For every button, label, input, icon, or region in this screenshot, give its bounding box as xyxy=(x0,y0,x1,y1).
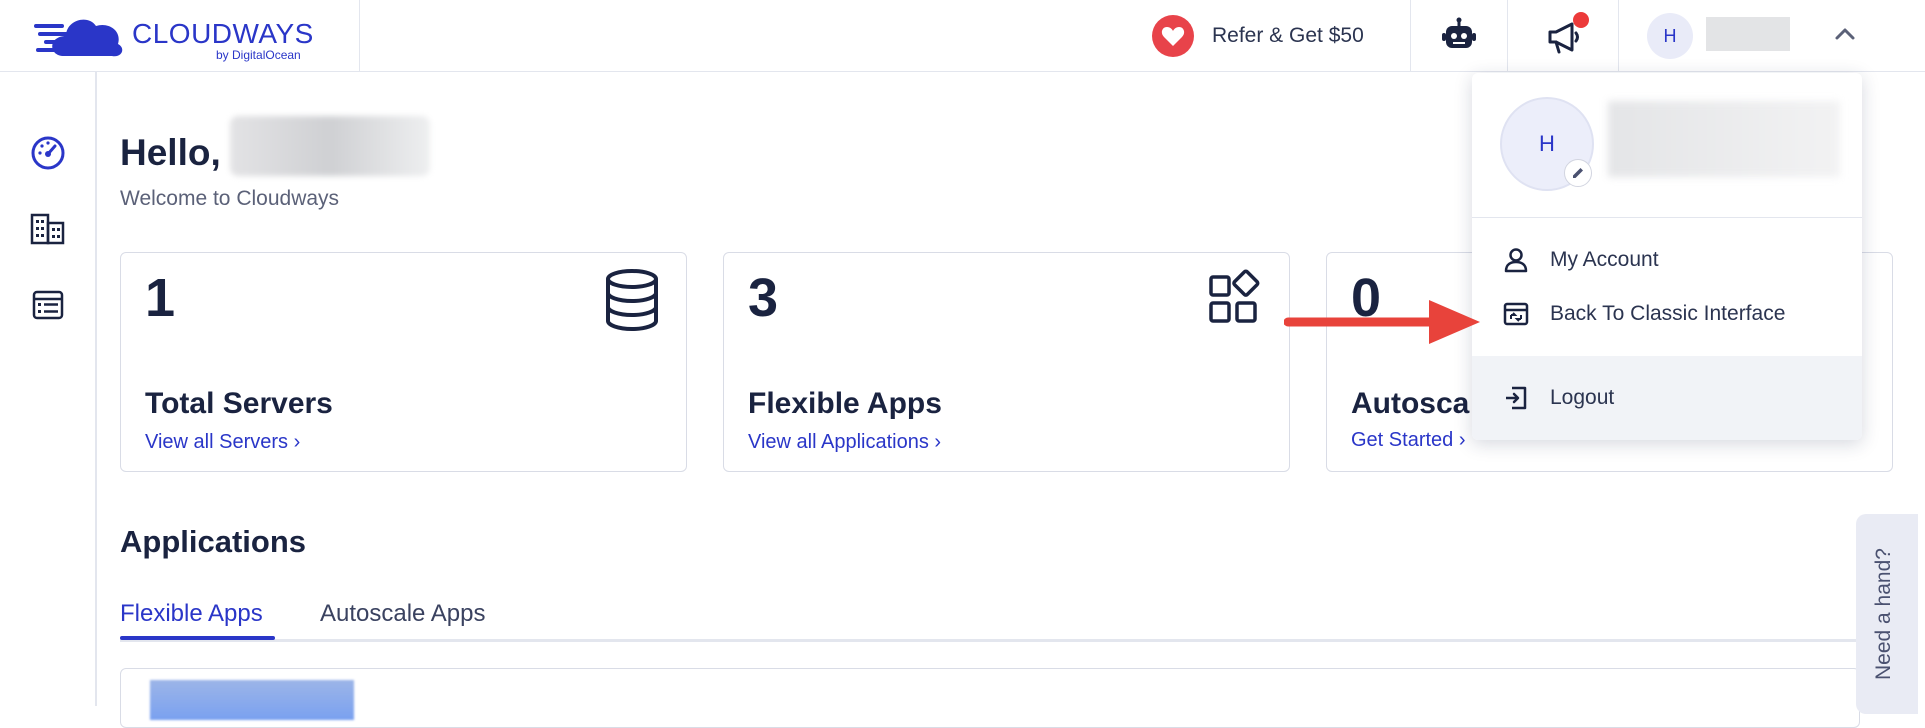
stat-title: Autosca xyxy=(1351,387,1470,420)
need-a-hand-label: Need a hand? xyxy=(1872,548,1895,680)
tab-autoscale-apps[interactable]: Autoscale Apps xyxy=(320,600,485,628)
stat-card-flexible-apps: 3 Flexible Apps View all Applications › xyxy=(723,252,1290,472)
divider xyxy=(1410,0,1411,72)
logout-item[interactable]: Logout xyxy=(1472,371,1862,425)
refer-label: Refer & Get $50 xyxy=(1212,24,1364,47)
view-all-applications-link[interactable]: View all Applications › xyxy=(748,431,941,454)
dashboard-icon[interactable] xyxy=(28,133,68,173)
logout-icon xyxy=(1506,386,1527,410)
user-name-redacted xyxy=(1706,17,1790,51)
cloudways-logo[interactable]: CLOUDWAYS by DigitalOcean xyxy=(34,10,314,62)
user-menu-dropdown: H My Account Back To Classic Interface L… xyxy=(1472,73,1862,440)
stat-value: 1 xyxy=(145,268,176,328)
user-icon xyxy=(1504,248,1528,273)
edit-pencil-icon[interactable] xyxy=(1564,159,1592,187)
stat-title: Total Servers xyxy=(145,387,333,420)
menu-item-label: My Account xyxy=(1550,248,1659,271)
bot-icon[interactable] xyxy=(1439,16,1479,56)
applications-heading: Applications xyxy=(120,524,307,559)
tab-flexible-apps[interactable]: Flexible Apps xyxy=(120,600,263,628)
back-to-classic-item[interactable]: Back To Classic Interface xyxy=(1472,287,1862,341)
view-all-servers-link[interactable]: View all Servers › xyxy=(145,431,300,454)
refer-button[interactable]: Refer & Get $50 xyxy=(1152,14,1364,58)
notification-dot xyxy=(1573,12,1589,28)
divider xyxy=(1472,217,1862,218)
divider xyxy=(1618,0,1619,72)
top-bar: CLOUDWAYS by DigitalOcean Refer & Get $5… xyxy=(0,0,1925,72)
menu-item-label: Back To Classic Interface xyxy=(1550,302,1786,325)
divider xyxy=(359,0,360,72)
database-icon xyxy=(602,267,662,333)
brand-sub: by DigitalOcean xyxy=(216,48,301,62)
my-account-item[interactable]: My Account xyxy=(1472,233,1862,287)
user-avatar[interactable]: H xyxy=(1647,13,1693,59)
user-name-redacted xyxy=(230,116,430,176)
profile-name-redacted xyxy=(1608,101,1840,177)
stat-title: Flexible Apps xyxy=(748,387,942,420)
menu-item-label: Logout xyxy=(1550,386,1615,409)
brand-name: CLOUDWAYS xyxy=(132,18,314,49)
app-tabs: Flexible Apps Autoscale Apps xyxy=(120,596,1860,642)
annotation-arrow-icon xyxy=(1284,300,1480,344)
greeting: Hello, xyxy=(120,132,221,173)
servers-icon[interactable] xyxy=(28,209,68,249)
chevron-up-icon[interactable] xyxy=(1832,24,1858,44)
welcome-text: Welcome to Cloudways xyxy=(120,187,340,210)
get-started-link[interactable]: Get Started › xyxy=(1351,429,1466,452)
heart-icon xyxy=(1152,15,1194,57)
sidebar xyxy=(0,72,97,706)
application-list xyxy=(120,668,1860,728)
divider xyxy=(1507,0,1508,72)
classic-interface-icon xyxy=(1503,302,1529,326)
application-thumbnail-redacted xyxy=(150,680,354,720)
applications-icon[interactable] xyxy=(28,285,68,325)
cloud-logo-icon xyxy=(34,19,123,57)
stat-card-servers: 1 Total Servers View all Servers › xyxy=(120,252,687,472)
apps-grid-icon xyxy=(1205,267,1265,333)
stat-value: 3 xyxy=(748,268,779,328)
active-tab-indicator xyxy=(120,636,275,640)
